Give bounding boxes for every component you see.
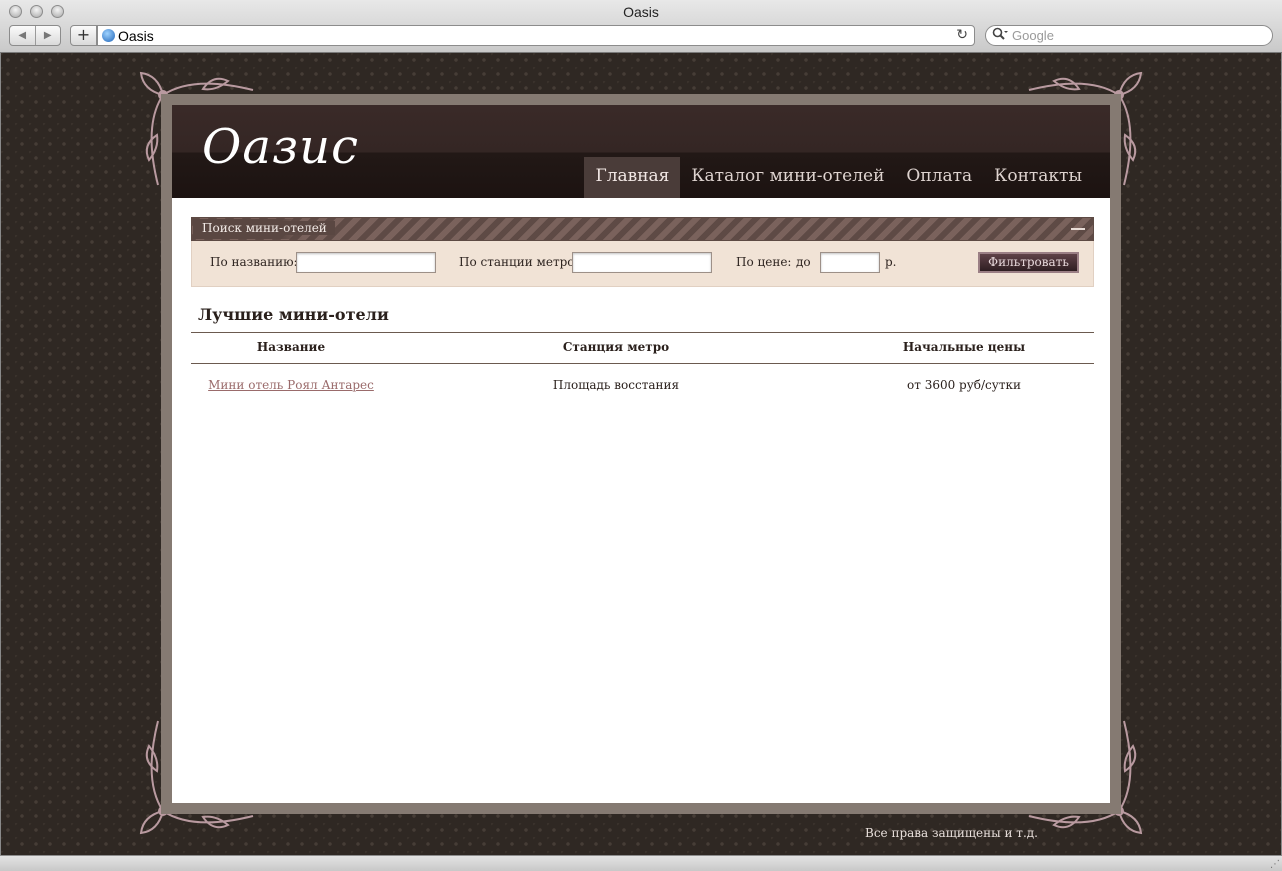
url-text[interactable]: Oasis xyxy=(118,28,154,44)
main-content: Оазис Главная Каталог мини-отелей Оплата… xyxy=(172,105,1110,803)
price-cell: от 3600 руб/сутки xyxy=(907,378,1021,392)
search-panel-body: По названию: По станции метро: По цене: … xyxy=(191,241,1094,287)
nav-item-home[interactable]: Главная xyxy=(584,157,681,198)
price-input[interactable] xyxy=(820,252,880,273)
site-header: Оазис Главная Каталог мини-отелей Оплата… xyxy=(172,105,1110,198)
back-arrow-icon[interactable]: ◀ xyxy=(10,26,36,45)
site-logo[interactable]: Оазис xyxy=(202,119,359,175)
forward-arrow-icon[interactable]: ▶ xyxy=(36,26,61,45)
search-input[interactable] xyxy=(1012,28,1252,43)
name-label: По названию: xyxy=(210,255,298,269)
best-hotels-title: Лучшие мини-отели xyxy=(198,305,389,324)
metro-cell: Площадь восстания xyxy=(552,378,680,392)
browser-toolbar: Oasis ◀ ▶ + Oasis ↻ xyxy=(0,0,1282,53)
footer-copyright: Все права защищены и т.д. xyxy=(865,826,1038,840)
main-nav: Главная Каталог мини-отелей Оплата Конта… xyxy=(584,157,1093,198)
magnifier-icon xyxy=(992,27,1008,44)
column-header-price: Начальные цены xyxy=(902,340,1026,354)
window-title: Oasis xyxy=(623,4,659,20)
address-bar[interactable]: Oasis ↻ xyxy=(97,25,975,46)
resize-grip-icon[interactable]: ⋰ xyxy=(1270,859,1280,870)
metro-label: По станции метро: xyxy=(459,255,579,269)
search-panel-title: Поиск мини-отелей xyxy=(202,221,335,235)
globe-icon xyxy=(102,29,115,42)
column-header-name: Название xyxy=(256,340,326,354)
price-to-label: до xyxy=(796,255,811,269)
nav-item-contacts[interactable]: Контакты xyxy=(983,157,1093,198)
search-panel-header: Поиск мини-отелей xyxy=(191,217,1094,241)
price-label: По цене: xyxy=(736,255,792,269)
nav-item-catalog[interactable]: Каталог мини-отелей xyxy=(680,157,895,198)
add-bookmark-button[interactable]: + xyxy=(70,25,97,46)
metro-input[interactable] xyxy=(572,252,712,273)
horizontal-scrollbar[interactable]: ⋰ xyxy=(0,855,1282,871)
hotel-name-cell: Мини отель Роял Антарес xyxy=(201,378,381,392)
nav-item-payment[interactable]: Оплата xyxy=(895,157,983,198)
hotel-search-panel: Поиск мини-отелей По названию: По станци… xyxy=(191,217,1094,287)
table-header: Название Станция метро Начальные цены xyxy=(191,332,1094,364)
search-field[interactable] xyxy=(985,25,1273,46)
table-row: Мини отель Роял Антарес Площадь восстани… xyxy=(191,364,1094,404)
column-header-metro: Станция метро xyxy=(562,340,670,354)
web-page: Оазис Главная Каталог мини-отелей Оплата… xyxy=(1,53,1281,855)
reload-icon[interactable]: ↻ xyxy=(956,27,968,43)
currency-label: р. xyxy=(885,255,897,269)
history-buttons: ◀ ▶ xyxy=(9,25,61,46)
filter-button[interactable]: Фильтровать xyxy=(978,252,1079,273)
hotel-link[interactable]: Мини отель Роял Антарес xyxy=(208,378,374,392)
collapse-icon[interactable] xyxy=(1071,228,1085,230)
name-input[interactable] xyxy=(296,252,436,273)
best-hotels-table: Название Станция метро Начальные цены Ми… xyxy=(191,332,1094,404)
